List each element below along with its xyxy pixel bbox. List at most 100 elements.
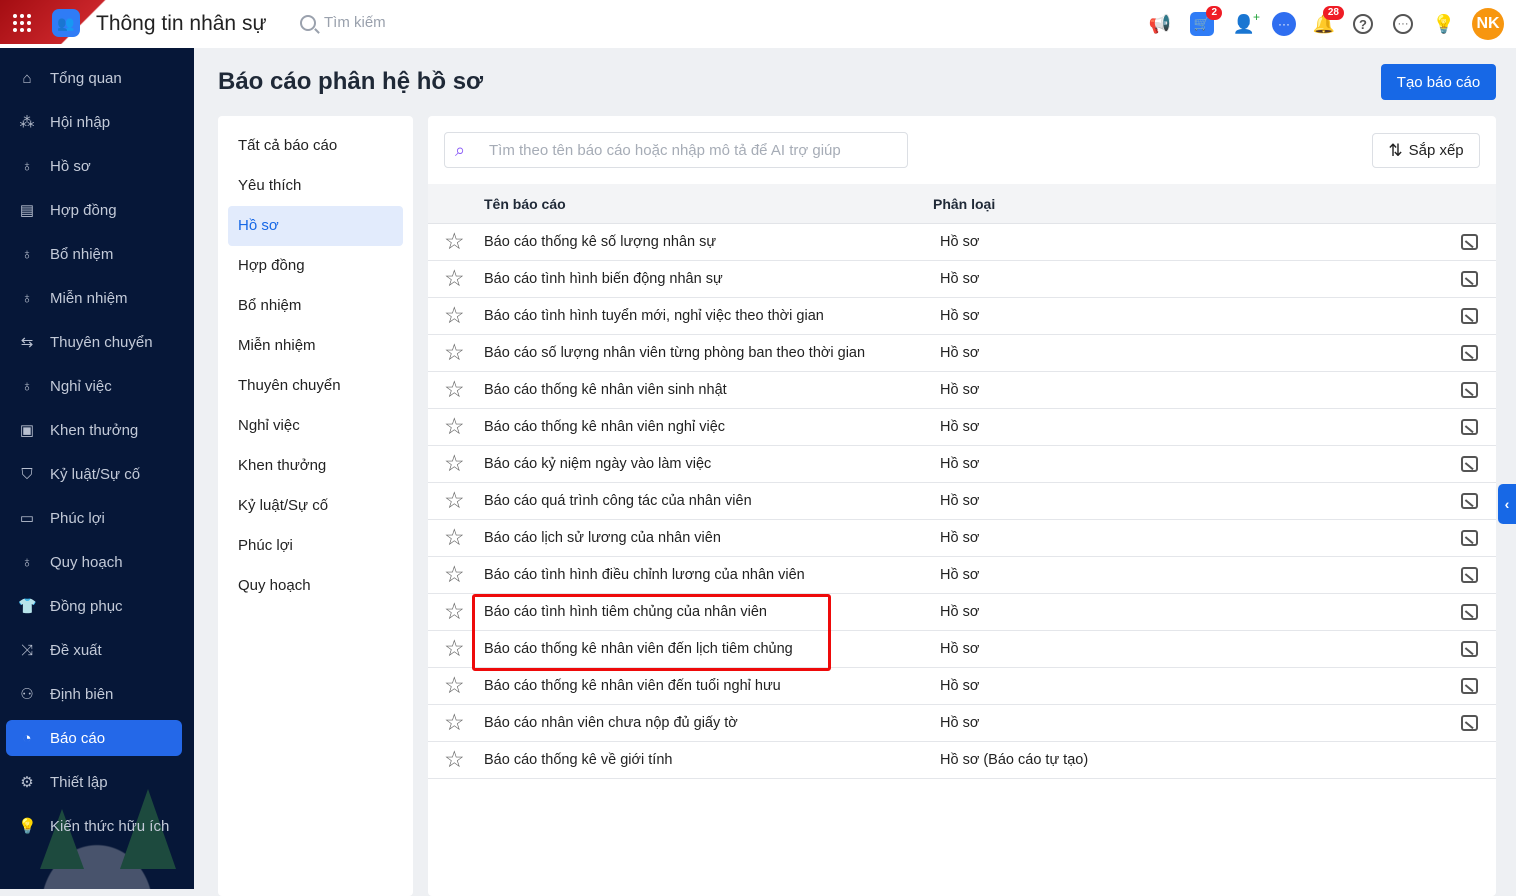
star-icon[interactable]: ☆: [444, 600, 465, 623]
report-name[interactable]: Báo cáo thống kê nhân viên sinh nhật: [484, 382, 727, 398]
more-icon[interactable]: ···: [1393, 14, 1413, 34]
sidebar-item[interactable]: ⤨ Đề xuất: [6, 632, 182, 668]
image-preview-icon[interactable]: [1461, 234, 1478, 250]
image-preview-icon[interactable]: [1461, 271, 1478, 287]
image-preview-icon[interactable]: [1461, 678, 1478, 694]
star-icon[interactable]: ☆: [444, 267, 465, 290]
star-icon[interactable]: ☆: [444, 711, 465, 734]
table-row[interactable]: ☆ Báo cáo tình hình tiêm chủng của nhân v…: [428, 594, 1496, 631]
star-icon[interactable]: ☆: [444, 526, 465, 549]
table-row[interactable]: ☆ Báo cáo thống kê nhân viên nghỉ việc Hồ …: [428, 409, 1496, 446]
table-row[interactable]: ☆ Báo cáo tình hình biến động nhân sự Hồ s…: [428, 261, 1496, 298]
report-search-input[interactable]: [489, 141, 899, 159]
report-name[interactable]: Báo cáo lịch sử lương của nhân viên: [484, 530, 721, 546]
category-item[interactable]: Kỷ luật/Sự cố: [228, 486, 403, 526]
star-icon[interactable]: ☆: [444, 637, 465, 660]
table-row[interactable]: ☆ Báo cáo thống kê nhân viên đến lịch tiê…: [428, 631, 1496, 668]
help-icon[interactable]: ?: [1353, 14, 1373, 34]
star-icon[interactable]: ☆: [444, 304, 465, 327]
report-name[interactable]: Báo cáo số lượng nhân viên từng phòng ba…: [484, 345, 865, 361]
table-row[interactable]: ☆ Báo cáo số lượng nhân viên từng phòng b…: [428, 335, 1496, 372]
image-preview-icon[interactable]: [1461, 382, 1478, 398]
report-name[interactable]: Báo cáo tình hình tuyển mới, nghỉ việc t…: [484, 308, 824, 324]
add-user-icon[interactable]: 👤 +: [1232, 10, 1260, 36]
report-name[interactable]: Báo cáo tình hình tiêm chủng của nhân vi…: [484, 604, 767, 620]
report-name[interactable]: Báo cáo thống kê về giới tính: [484, 752, 672, 768]
sidebar-item[interactable]: ♁ Bổ nhiệm: [6, 236, 182, 272]
star-icon[interactable]: ☆: [444, 415, 465, 438]
sidebar-item[interactable]: ♁ Miễn nhiệm: [6, 280, 182, 316]
star-icon[interactable]: ☆: [444, 230, 465, 253]
sidebar-item[interactable]: ⁂ Hội nhập: [6, 104, 182, 140]
table-row[interactable]: ☆ Báo cáo tình hình điều chỉnh lương của …: [428, 557, 1496, 594]
create-report-button[interactable]: Tạo báo cáo: [1381, 64, 1496, 100]
sidebar-item[interactable]: ♁ Hồ sơ: [6, 148, 182, 184]
sidebar-item[interactable]: ⚇ Định biên: [6, 676, 182, 712]
megaphone-icon[interactable]: 📢: [1148, 12, 1172, 36]
report-name[interactable]: Báo cáo nhân viên chưa nộp đủ giấy tờ: [484, 715, 738, 731]
category-item[interactable]: Thuyên chuyển: [228, 366, 403, 406]
sidebar-item[interactable]: ▣ Khen thưởng: [6, 412, 182, 448]
sidebar-item[interactable]: ♁ Quy hoạch: [6, 544, 182, 580]
sidebar-item[interactable]: ▭ Phúc lợi: [6, 500, 182, 536]
star-icon[interactable]: ☆: [444, 452, 465, 475]
image-preview-icon[interactable]: [1461, 567, 1478, 583]
image-preview-icon[interactable]: [1461, 530, 1478, 546]
sidebar-item[interactable]: 👕 Đồng phục: [6, 588, 182, 624]
report-name[interactable]: Báo cáo quá trình công tác của nhân viên: [484, 493, 752, 509]
category-item[interactable]: Hợp đồng: [228, 246, 403, 286]
table-row[interactable]: ☆ Báo cáo thống kê số lượng nhân sự Hồ sơ: [428, 224, 1496, 261]
star-icon[interactable]: ☆: [444, 563, 465, 586]
category-item[interactable]: Tất cả báo cáo: [228, 126, 403, 166]
image-preview-icon[interactable]: [1461, 419, 1478, 435]
image-preview-icon[interactable]: [1461, 641, 1478, 657]
global-search[interactable]: Tìm kiếm: [300, 14, 386, 31]
table-row[interactable]: ☆ Báo cáo thống kê nhân viên đến tuổi ngh…: [428, 668, 1496, 705]
table-row[interactable]: ☆ Báo cáo thống kê về giới tính Hồ sơ (Báo…: [428, 742, 1496, 779]
star-icon[interactable]: ☆: [444, 489, 465, 512]
star-icon[interactable]: ☆: [444, 341, 465, 364]
collapse-panel-button[interactable]: ‹: [1498, 484, 1516, 524]
sidebar-item[interactable]: ⛉ Kỷ luật/Sự cố: [6, 456, 182, 492]
chat-icon[interactable]: ···: [1272, 12, 1296, 36]
ai-search-field[interactable]: ⌕: [444, 132, 908, 168]
table-row[interactable]: ☆ Báo cáo quá trình công tác của nhân viê…: [428, 483, 1496, 520]
image-preview-icon[interactable]: [1461, 308, 1478, 324]
report-name[interactable]: Báo cáo thống kê nhân viên đến tuổi nghỉ…: [484, 678, 781, 694]
sidebar-item[interactable]: ⌂ Tổng quan: [6, 60, 182, 96]
avatar[interactable]: NK: [1472, 8, 1504, 40]
category-item[interactable]: Khen thưởng: [228, 446, 403, 486]
sidebar-item[interactable]: ♁ Nghỉ việc: [6, 368, 182, 404]
report-name[interactable]: Báo cáo tình hình biến động nhân sự: [484, 271, 723, 287]
star-icon[interactable]: ☆: [444, 378, 465, 401]
image-preview-icon[interactable]: [1461, 456, 1478, 472]
table-row[interactable]: ☆ Báo cáo thống kê nhân viên sinh nhật Hồ …: [428, 372, 1496, 409]
sort-button[interactable]: ⇅ Sắp xếp: [1372, 133, 1480, 168]
table-row[interactable]: ☆ Báo cáo nhân viên chưa nộp đủ giấy tờ Hồ…: [428, 705, 1496, 742]
image-preview-icon[interactable]: [1461, 345, 1478, 361]
report-name[interactable]: Báo cáo tình hình điều chỉnh lương của n…: [484, 567, 805, 583]
sidebar-item[interactable]: ◔ Báo cáo: [6, 720, 182, 756]
table-row[interactable]: ☆ Báo cáo kỷ niệm ngày vào làm việc Hồ sơ: [428, 446, 1496, 483]
category-item[interactable]: Quy hoạch: [228, 566, 403, 606]
image-preview-icon[interactable]: [1461, 604, 1478, 620]
category-item[interactable]: Nghỉ việc: [228, 406, 403, 446]
report-name[interactable]: Báo cáo kỷ niệm ngày vào làm việc: [484, 456, 711, 472]
knowledge-icon[interactable]: 💡: [1432, 12, 1456, 36]
sidebar-item[interactable]: ⇆ Thuyên chuyển: [6, 324, 182, 360]
star-icon[interactable]: ☆: [444, 674, 465, 697]
report-name[interactable]: Báo cáo thống kê nhân viên nghỉ việc: [484, 419, 725, 435]
bell-icon[interactable]: 🔔 28: [1312, 6, 1344, 36]
image-preview-icon[interactable]: [1461, 715, 1478, 731]
sidebar-item[interactable]: 💡 Kiến thức hữu ích: [6, 808, 182, 844]
category-item[interactable]: Hồ sơ: [228, 206, 403, 246]
report-name[interactable]: Báo cáo thống kê số lượng nhân sự: [484, 234, 716, 250]
star-icon[interactable]: ☆: [444, 748, 465, 771]
report-name[interactable]: Báo cáo thống kê nhân viên đến lịch tiêm…: [484, 641, 793, 657]
cart-icon[interactable]: 🛒 2: [1190, 6, 1222, 36]
image-preview-icon[interactable]: [1461, 493, 1478, 509]
category-item[interactable]: Miễn nhiệm: [228, 326, 403, 366]
sidebar-item[interactable]: ⚙ Thiết lập: [6, 764, 182, 800]
category-item[interactable]: Yêu thích: [228, 166, 403, 206]
category-item[interactable]: Bổ nhiệm: [228, 286, 403, 326]
